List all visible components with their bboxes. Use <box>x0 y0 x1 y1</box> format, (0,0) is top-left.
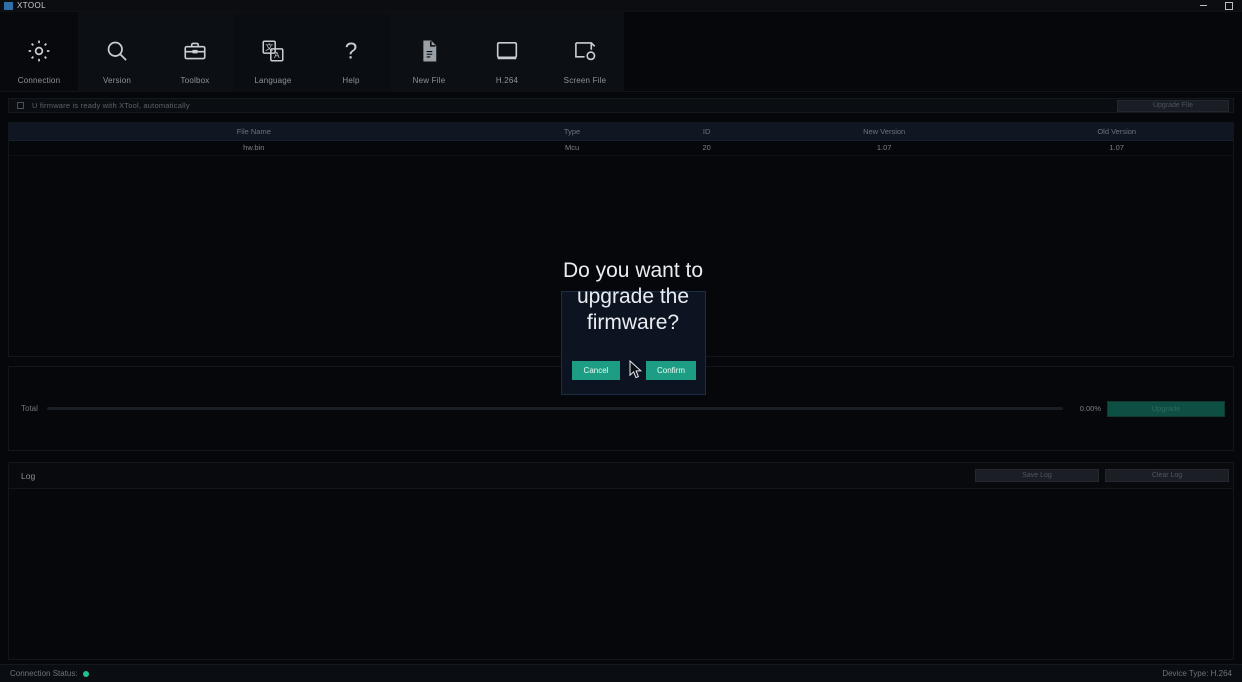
toolbar-item-language[interactable]: 文 A Language <box>234 12 312 92</box>
toolbar-label-toolbox: Toolbox <box>180 76 210 85</box>
column-header-old-version[interactable]: Old Version <box>1000 123 1233 141</box>
toolbar-label-help: Help <box>342 76 360 85</box>
toolbar-label-screen-file: Screen File <box>563 76 607 85</box>
screen-settings-icon <box>570 34 600 68</box>
window-controls <box>1190 0 1242 12</box>
magnifier-icon <box>102 34 132 68</box>
table-header-row: File Name Type ID New Version Old Versio… <box>9 123 1233 141</box>
translate-icon: 文 A <box>258 34 288 68</box>
toolbar-item-screen-file[interactable]: Screen File <box>546 12 624 92</box>
confirm-button[interactable]: Confirm <box>646 361 696 380</box>
svg-text:文: 文 <box>265 42 273 52</box>
progress-bar <box>47 407 1063 410</box>
cell-id: 20 <box>645 140 768 156</box>
status-bar: Connection Status: Device Type: H.264 <box>0 664 1242 682</box>
firmware-table: File Name Type ID New Version Old Versio… <box>9 123 1233 156</box>
toolbar-empty-area <box>624 12 1242 91</box>
document-icon <box>414 34 444 68</box>
status-indicator-dot <box>82 670 89 677</box>
toolbar-item-toolbox[interactable]: Toolbox <box>156 12 234 92</box>
log-content-area[interactable] <box>8 488 1234 660</box>
column-header-type[interactable]: Type <box>498 123 646 141</box>
connection-status: Connection Status: <box>10 669 89 678</box>
table-row[interactable]: hw.bin Mcu 20 1.07 1.07 <box>9 140 1233 156</box>
svg-text:A: A <box>274 51 280 60</box>
save-log-button[interactable]: Save Log <box>975 469 1099 482</box>
maximize-icon[interactable] <box>1216 0 1242 12</box>
toolbar-item-new-file[interactable]: New File <box>390 12 468 92</box>
confirm-dialog-actions: Cancel Confirm <box>572 361 696 380</box>
log-header: Log Save Log Clear Log <box>8 462 1234 488</box>
toolbar-label-language: Language <box>254 76 292 85</box>
column-header-new-version[interactable]: New Version <box>767 123 1001 141</box>
window-title: XTOOL <box>17 1 46 10</box>
device-type-status: Device Type: H.264 <box>1162 669 1232 678</box>
toolbar-label-h264: H.264 <box>495 76 519 85</box>
app-logo-icon <box>4 1 13 10</box>
cell-file-name: hw.bin <box>9 140 499 156</box>
toolbar-item-help[interactable]: ? Help <box>312 12 390 92</box>
cell-old-version: 1.07 <box>1000 140 1233 156</box>
toolbar-label-connection: Connection <box>17 76 61 85</box>
cell-new-version: 1.07 <box>767 140 1001 156</box>
screen-icon <box>492 34 522 68</box>
cancel-button[interactable]: Cancel <box>572 361 620 380</box>
minimize-icon[interactable] <box>1190 0 1216 12</box>
auto-update-bar: U firmware is ready with XTool, automati… <box>8 98 1234 113</box>
svg-text:?: ? <box>345 38 358 64</box>
upgrade-file-button[interactable]: Upgrade File <box>1117 99 1229 112</box>
toolbar-label-version: Version <box>102 76 132 85</box>
upgrade-button[interactable]: Upgrade <box>1107 400 1225 417</box>
auto-update-label: U firmware is ready with XTool, automati… <box>32 101 190 110</box>
toolbar-item-connection[interactable]: Connection <box>0 12 78 92</box>
clear-log-button[interactable]: Clear Log <box>1105 469 1229 482</box>
connection-status-label: Connection Status: <box>10 669 78 678</box>
log-label: Log <box>21 470 36 481</box>
title-bar: XTOOL <box>0 0 1242 12</box>
column-header-file-name[interactable]: File Name <box>9 123 499 141</box>
toolbox-icon <box>180 34 210 68</box>
toolbar-item-version[interactable]: Version <box>78 12 156 92</box>
cell-type: Mcu <box>498 140 646 156</box>
progress-label: Total <box>21 404 38 413</box>
main-toolbar: Connection Version Toolbox 文 A Language … <box>0 12 1242 92</box>
toolbar-label-new-file: New File <box>412 76 446 85</box>
question-mark-icon: ? <box>336 34 366 68</box>
application-window: XTOOL Connection Version Toolbox 文 A Lan… <box>0 0 1242 682</box>
toolbar-item-h264[interactable]: H.264 <box>468 12 546 92</box>
auto-update-checkbox[interactable] <box>17 102 24 109</box>
column-header-id[interactable]: ID <box>645 123 768 141</box>
gear-icon <box>24 34 54 68</box>
progress-percent: 0.00% <box>1079 404 1101 413</box>
